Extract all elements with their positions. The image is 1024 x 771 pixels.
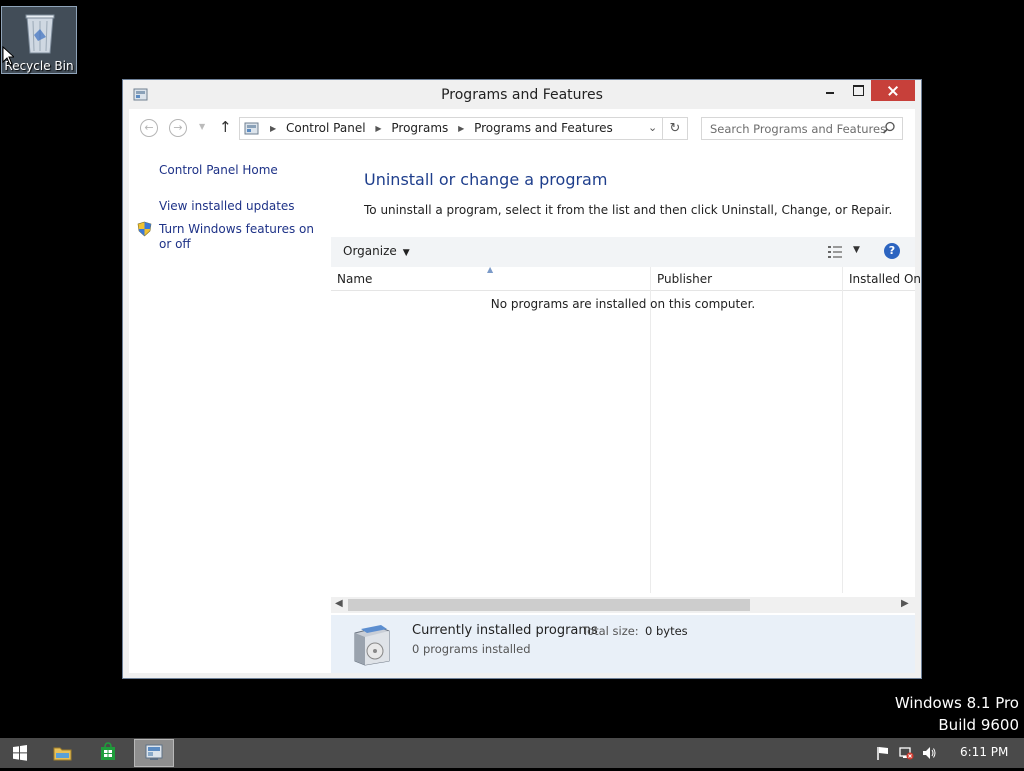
sort-ascending-icon: ▲ [487, 265, 494, 274]
minimize-button[interactable] [817, 80, 843, 101]
taskbar-clock[interactable]: 6:11 PM [960, 745, 1008, 759]
scroll-left-icon[interactable]: ◀ [335, 598, 343, 609]
control-panel-home-link[interactable]: Control Panel Home [159, 163, 278, 177]
breadcrumb-separator-icon[interactable]: ▶ [270, 124, 276, 133]
breadcrumb-programs-and-features[interactable]: Programs and Features [474, 121, 613, 135]
breadcrumb-control-panel[interactable]: Control Panel [286, 121, 366, 135]
total-size-label: Total size: [582, 624, 639, 638]
title-bar[interactable]: Programs and Features [123, 80, 921, 109]
breadcrumb: ▶ Control Panel ▶ Programs ▶ Programs an… [264, 121, 613, 135]
installed-programs-icon [354, 625, 390, 666]
view-installed-updates-link[interactable]: View installed updates [159, 199, 295, 213]
folder-icon [53, 747, 72, 761]
navigation-bar: ← → ▼ ↑ ▶ Control Panel ▶ Programs ▶ Pro… [129, 109, 915, 141]
search-icon [882, 121, 895, 134]
page-title: Uninstall or change a program [364, 170, 608, 189]
organize-button[interactable]: Organize ▼ [343, 244, 410, 258]
desktop: Recycle Bin Windows 8.1 Pro Build 9600 P… [0, 0, 1024, 738]
volume-icon[interactable] [921, 745, 937, 761]
details-pane: Currently installed programs Total size:… [331, 615, 915, 673]
refresh-icon[interactable]: ↻ [663, 117, 688, 140]
details-title: Currently installed programs [412, 623, 598, 638]
breadcrumb-separator-icon[interactable]: ▶ [458, 124, 464, 133]
address-bar[interactable]: ▶ Control Panel ▶ Programs ▶ Programs an… [239, 117, 663, 140]
chevron-down-icon: ▼ [402, 248, 410, 258]
programs-count: 0 programs installed [412, 642, 531, 656]
column-divider [650, 267, 651, 593]
control-panel-icon [145, 744, 163, 760]
search-input[interactable]: Search Programs and Features [710, 122, 886, 136]
instructions-text: To uninstall a program, select it from t… [364, 203, 893, 217]
list-header: ▲ Name Publisher Installed On [331, 265, 921, 291]
close-button[interactable] [871, 80, 915, 101]
action-center-flag-icon[interactable] [875, 745, 891, 761]
empty-list-message: No programs are installed on this comput… [490, 297, 756, 311]
breadcrumb-separator-icon[interactable]: ▶ [375, 124, 381, 133]
control-panel-taskbar-button[interactable] [134, 739, 174, 767]
back-arrow-icon[interactable]: ← [140, 119, 158, 137]
control-panel-icon [244, 122, 259, 135]
programs-and-features-window: Programs and Features ← → ▼ ↑ ▶ Control … [122, 79, 922, 679]
network-disconnected-icon[interactable] [898, 745, 914, 761]
maximize-button[interactable] [845, 80, 871, 101]
up-arrow-icon[interactable]: ↑ [219, 118, 232, 136]
mouse-cursor-icon [2, 46, 14, 66]
windows-watermark: Windows 8.1 Pro Build 9600 [895, 692, 1019, 736]
column-header-name[interactable]: Name [337, 272, 372, 286]
main-pane: Uninstall or change a program To uninsta… [329, 141, 921, 673]
window-title: Programs and Features [441, 87, 603, 103]
taskbar: 6:11 PM [0, 738, 1024, 768]
view-details-icon[interactable] [827, 245, 843, 259]
total-size-value: 0 bytes [645, 624, 688, 638]
scrollbar-thumb[interactable] [348, 599, 750, 611]
horizontal-scrollbar[interactable]: ◀ ▶ [331, 597, 915, 613]
column-header-installed-on[interactable]: Installed On [849, 272, 921, 286]
turn-windows-features-link[interactable]: Turn Windows features on or off [159, 222, 319, 252]
uac-shield-icon [137, 221, 152, 237]
forward-arrow-icon[interactable]: → [169, 119, 187, 137]
store-icon [101, 742, 115, 760]
content-area: Control Panel Home View installed update… [129, 141, 921, 673]
watermark-edition: Windows 8.1 Pro [894, 694, 1019, 712]
column-header-publisher[interactable]: Publisher [657, 272, 712, 286]
programs-list[interactable]: ▲ Name Publisher Installed On No program… [331, 265, 921, 597]
recycle-bin-icon [25, 14, 55, 54]
start-button[interactable] [0, 739, 40, 767]
breadcrumb-programs[interactable]: Programs [391, 121, 448, 135]
scroll-right-icon[interactable]: ▶ [901, 598, 909, 609]
watermark-build: Build 9600 [938, 716, 1019, 734]
command-bar: Organize ▼ ▼ ? [331, 237, 915, 267]
view-options-chevron-icon[interactable]: ▼ [853, 245, 860, 255]
address-dropdown-chevron-icon[interactable]: ⌄ [648, 121, 657, 134]
recent-locations-chevron-icon[interactable]: ▼ [199, 122, 205, 131]
store-taskbar-button[interactable] [88, 739, 128, 767]
search-box[interactable]: Search Programs and Features [701, 117, 903, 140]
task-pane: Control Panel Home View installed update… [129, 141, 329, 673]
windows-logo-icon [13, 745, 27, 761]
column-divider [842, 267, 843, 593]
file-explorer-taskbar-button[interactable] [42, 739, 82, 767]
organize-label: Organize [343, 244, 397, 258]
help-icon[interactable]: ? [884, 243, 900, 259]
